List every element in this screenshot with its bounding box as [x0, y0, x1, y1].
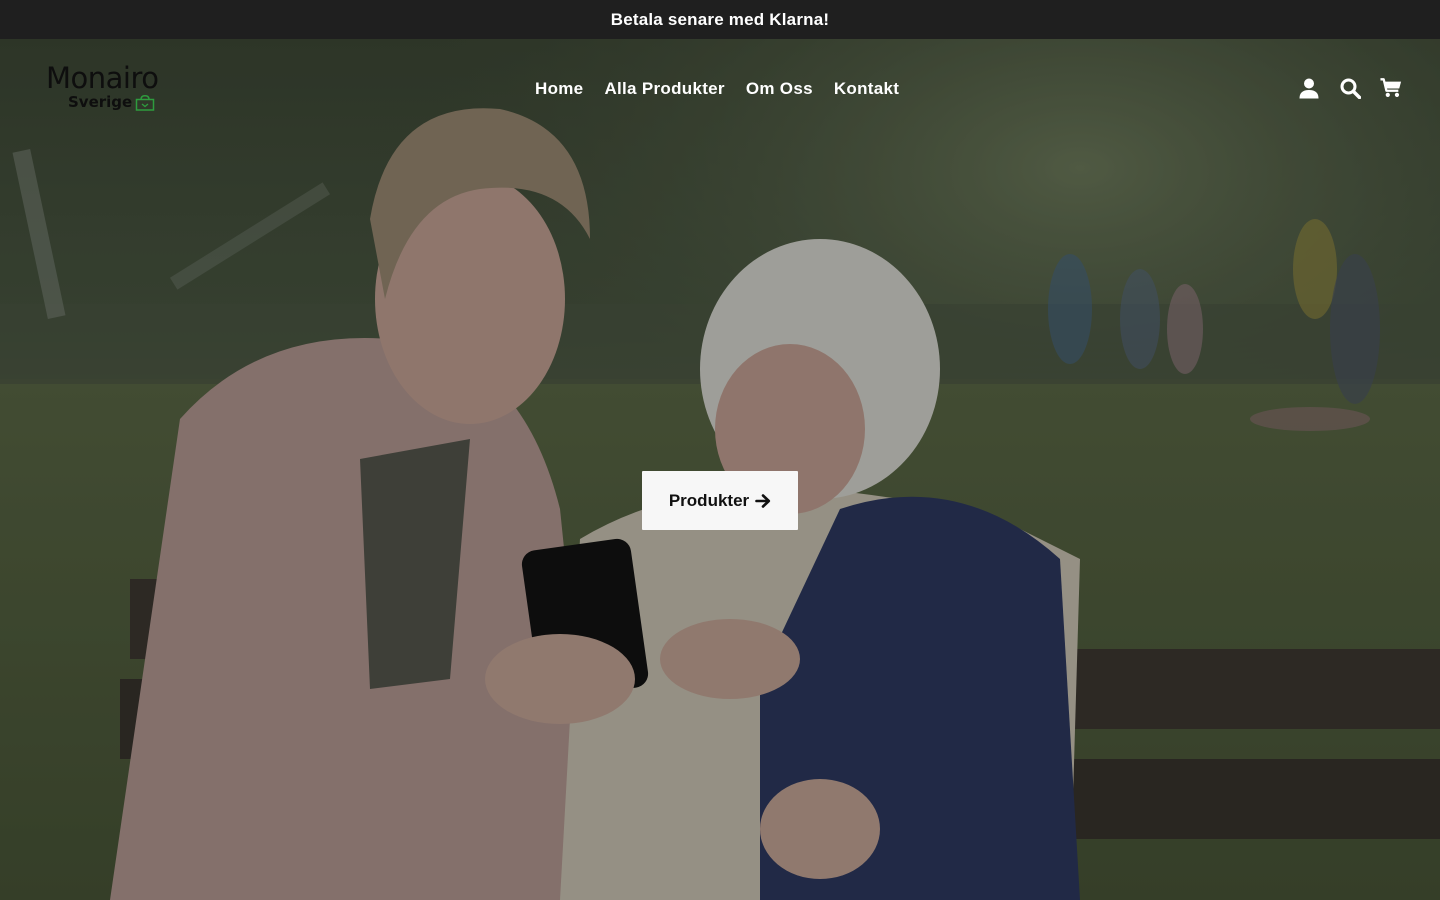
search-icon[interactable] — [1339, 77, 1361, 99]
site-header: Monairo Sverige Home Alla Produkter Om O… — [0, 39, 1440, 139]
announcement-text: Betala senare med Klarna! — [610, 9, 830, 29]
account-icon[interactable] — [1298, 77, 1320, 99]
header-icons — [1298, 77, 1402, 99]
arrow-right-icon — [755, 493, 771, 509]
announcement-bar: Betala senare med Klarna! — [0, 0, 1440, 39]
hero-banner — [0, 39, 1440, 900]
logo-main-text: Monairo — [46, 61, 159, 95]
nav-about[interactable]: Om Oss — [746, 79, 813, 99]
nav-contact[interactable]: Kontakt — [834, 79, 899, 99]
logo-sub-text: Sverige — [68, 93, 133, 111]
cart-icon[interactable] — [1380, 77, 1402, 99]
main-nav: Home Alla Produkter Om Oss Kontakt — [535, 79, 899, 99]
cta-label: Produkter — [668, 490, 750, 510]
nav-all-products[interactable]: Alla Produkter — [604, 79, 724, 99]
logo[interactable]: Monairo Sverige — [46, 61, 186, 115]
hero-overlay — [0, 39, 1440, 900]
nav-home[interactable]: Home — [535, 79, 583, 99]
products-cta-button[interactable]: Produkter — [642, 471, 798, 530]
shopping-bag-icon — [135, 95, 155, 111]
